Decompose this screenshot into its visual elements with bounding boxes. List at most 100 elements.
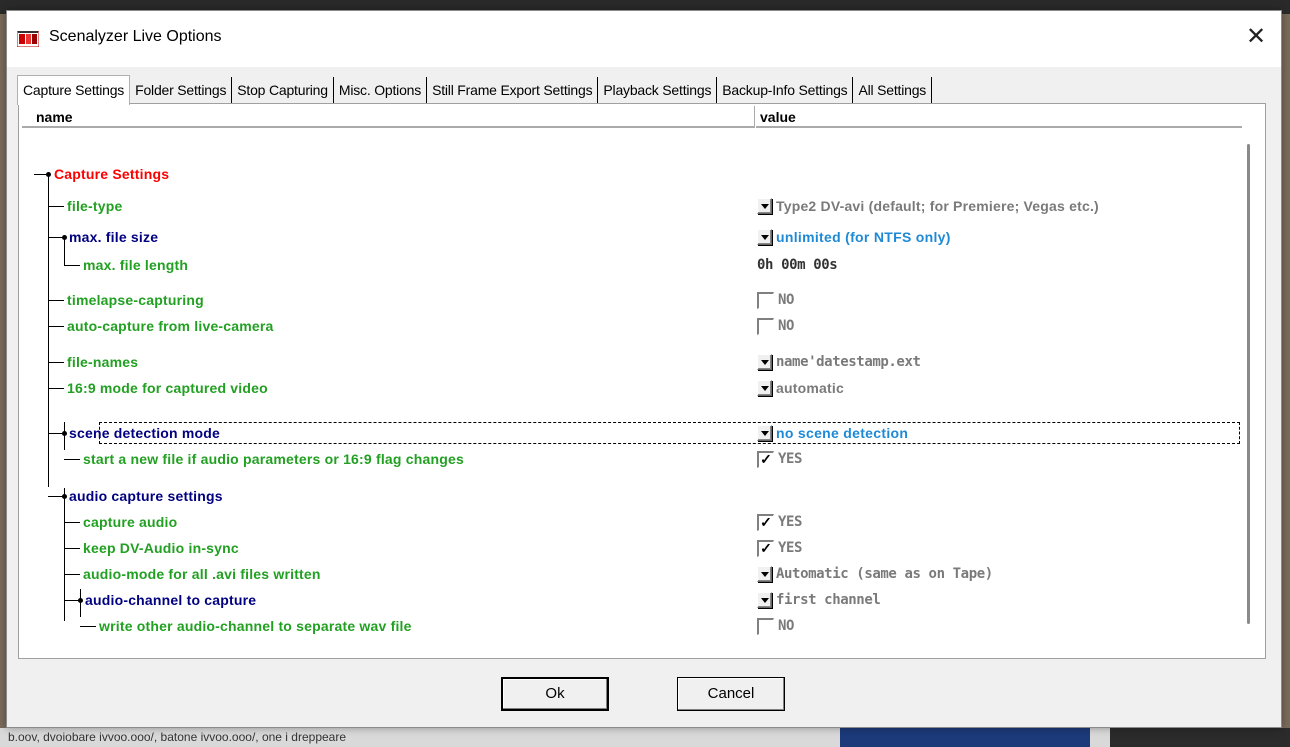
- setting-row-start-new-file[interactable]: start a new file if audio parameters or …: [19, 448, 1239, 470]
- setting-value[interactable]: NO: [757, 316, 794, 336]
- settings-tree-panel: name value Capture Settings file-type Ty…: [18, 103, 1266, 659]
- setting-label: audio-mode for all .avi files written: [83, 566, 321, 582]
- setting-label: max. file length: [83, 257, 189, 273]
- checkmark-icon[interactable]: ✓: [757, 450, 774, 468]
- setting-value-text: no scene detection: [776, 425, 909, 441]
- setting-value[interactable]: Automatic (same as on Tape): [757, 564, 993, 584]
- background-status-text: b.oov, dvoiobare ivvoo.ooo/, batone ivvo…: [8, 730, 347, 744]
- dropdown-arrow-icon[interactable]: [757, 198, 772, 214]
- setting-value-text: NO: [778, 618, 795, 634]
- setting-label: file-type: [67, 198, 123, 214]
- setting-value-text: name'datestamp.ext: [776, 354, 921, 370]
- tree-node-dot: [78, 598, 83, 603]
- dropdown-arrow-icon[interactable]: [757, 354, 772, 370]
- tree-connector: [64, 522, 80, 523]
- setting-value-field[interactable]: 0h 00m 00s: [757, 255, 838, 275]
- tree-connector: [64, 574, 80, 575]
- setting-row-timelapse-capturing[interactable]: timelapse-capturing NO: [19, 289, 1239, 311]
- setting-value[interactable]: name'datestamp.ext: [757, 352, 921, 372]
- setting-value-text: YES: [778, 540, 803, 556]
- setting-label: audio capture settings: [69, 488, 223, 504]
- tree-connector: [64, 265, 80, 266]
- setting-label: timelapse-capturing: [67, 292, 204, 308]
- app-logo-icon: [17, 31, 39, 47]
- tab-bar: Capture Settings Folder Settings Stop Ca…: [17, 75, 933, 105]
- setting-label: audio-channel to capture: [85, 592, 257, 608]
- setting-value[interactable]: automatic: [757, 378, 844, 398]
- setting-value[interactable]: ✓ YES: [757, 449, 802, 469]
- cancel-button[interactable]: Cancel: [677, 677, 785, 711]
- tree-node-dot: [62, 494, 67, 499]
- tree-connector: [64, 548, 80, 549]
- setting-value[interactable]: first channel: [757, 590, 881, 610]
- setting-row-max-file-length[interactable]: max. file length 0h 00m 00s: [19, 254, 1239, 276]
- setting-label: 16:9 mode for captured video: [67, 380, 268, 396]
- tab-capture-settings[interactable]: Capture Settings: [17, 75, 131, 105]
- tree-connector: [48, 326, 64, 327]
- setting-row-write-other-channel[interactable]: write other audio-channel to separate wa…: [19, 615, 1239, 637]
- dropdown-arrow-icon[interactable]: [757, 380, 772, 396]
- setting-value[interactable]: NO: [757, 616, 794, 636]
- tab-misc-options[interactable]: Misc. Options: [333, 77, 428, 103]
- checkbox[interactable]: [757, 317, 774, 335]
- setting-value-text: first channel: [776, 592, 881, 608]
- dropdown-arrow-icon[interactable]: [757, 229, 772, 245]
- setting-label: keep DV-Audio in-sync: [83, 540, 239, 556]
- setting-row-16-9-mode[interactable]: 16:9 mode for captured video automatic: [19, 377, 1239, 399]
- setting-label: scene detection mode: [69, 425, 221, 441]
- setting-row-keep-dv-audio[interactable]: keep DV-Audio in-sync ✓ YES: [19, 537, 1239, 559]
- setting-row-capture-audio[interactable]: capture audio ✓ YES: [19, 511, 1239, 533]
- tab-playback-settings[interactable]: Playback Settings: [598, 77, 718, 103]
- tab-stop-capturing[interactable]: Stop Capturing: [232, 77, 334, 103]
- tree-node-dot: [62, 431, 67, 436]
- tree-connector: [64, 459, 80, 460]
- setting-value-text: automatic: [776, 380, 844, 396]
- tree-root-row[interactable]: Capture Settings: [19, 163, 1239, 185]
- checkmark-icon[interactable]: ✓: [757, 513, 774, 531]
- background-taskbar-item: [840, 728, 1090, 747]
- setting-row-audio-channel[interactable]: audio-channel to capture first channel: [19, 589, 1239, 611]
- setting-value[interactable]: no scene detection: [757, 423, 908, 443]
- setting-row-audio-mode[interactable]: audio-mode for all .avi files written Au…: [19, 563, 1239, 585]
- setting-group-audio-capture[interactable]: audio capture settings: [19, 485, 1239, 507]
- setting-value[interactable]: ✓ YES: [757, 538, 802, 558]
- ok-button[interactable]: Ok: [501, 677, 609, 711]
- options-dialog: Scenalyzer Live Options ✕ Capture Settin…: [6, 10, 1282, 728]
- tree-connector: [48, 388, 64, 389]
- setting-row-file-names[interactable]: file-names name'datestamp.ext: [19, 351, 1239, 373]
- checkbox[interactable]: [757, 617, 774, 635]
- setting-value-text: unlimited (for NTFS only): [776, 229, 951, 245]
- setting-label: write other audio-channel to separate wa…: [99, 618, 412, 634]
- dropdown-arrow-icon[interactable]: [757, 592, 772, 608]
- close-button[interactable]: ✕: [1241, 23, 1271, 53]
- setting-value[interactable]: unlimited (for NTFS only): [757, 227, 951, 247]
- dropdown-arrow-icon[interactable]: [757, 425, 772, 441]
- dropdown-arrow-icon[interactable]: [757, 566, 772, 582]
- setting-value-text: 0h 00m 00s: [757, 257, 838, 273]
- tab-still-frame-export-settings[interactable]: Still Frame Export Settings: [427, 77, 599, 103]
- setting-label: auto-capture from live-camera: [67, 318, 274, 334]
- background-status-bar: b.oov, dvoiobare ivvoo.ooo/, batone ivvo…: [0, 728, 1290, 747]
- checkmark-icon[interactable]: ✓: [757, 539, 774, 557]
- setting-value[interactable]: Type2 DV-avi (default; for Premiere; Veg…: [757, 196, 1099, 216]
- setting-row-max-file-size[interactable]: max. file size unlimited (for NTFS only): [19, 226, 1239, 248]
- setting-value-text: NO: [778, 292, 795, 308]
- setting-value[interactable]: ✓ YES: [757, 512, 802, 532]
- settings-tree: Capture Settings file-type Type2 DV-avi …: [19, 104, 1267, 660]
- background-taskbar-area: [1110, 728, 1290, 747]
- tab-backup-info-settings[interactable]: Backup-Info Settings: [717, 77, 854, 103]
- tree-connector: [48, 362, 64, 363]
- setting-value-text: YES: [778, 514, 803, 530]
- setting-value-text: Type2 DV-avi (default; for Premiere; Veg…: [776, 198, 1099, 214]
- tree-root-label: Capture Settings: [54, 166, 170, 182]
- checkbox[interactable]: [757, 291, 774, 309]
- setting-row-auto-capture[interactable]: auto-capture from live-camera NO: [19, 315, 1239, 337]
- tree-connector: [48, 300, 64, 301]
- tree-connector: [48, 206, 64, 207]
- setting-value[interactable]: NO: [757, 290, 794, 310]
- close-icon: ✕: [1245, 23, 1267, 50]
- setting-row-scene-detection-mode[interactable]: scene detection mode no scene detection: [19, 422, 1239, 444]
- setting-row-file-type[interactable]: file-type Type2 DV-avi (default; for Pre…: [19, 195, 1239, 217]
- tab-folder-settings[interactable]: Folder Settings: [130, 77, 233, 103]
- tab-all-settings[interactable]: All Settings: [853, 77, 933, 103]
